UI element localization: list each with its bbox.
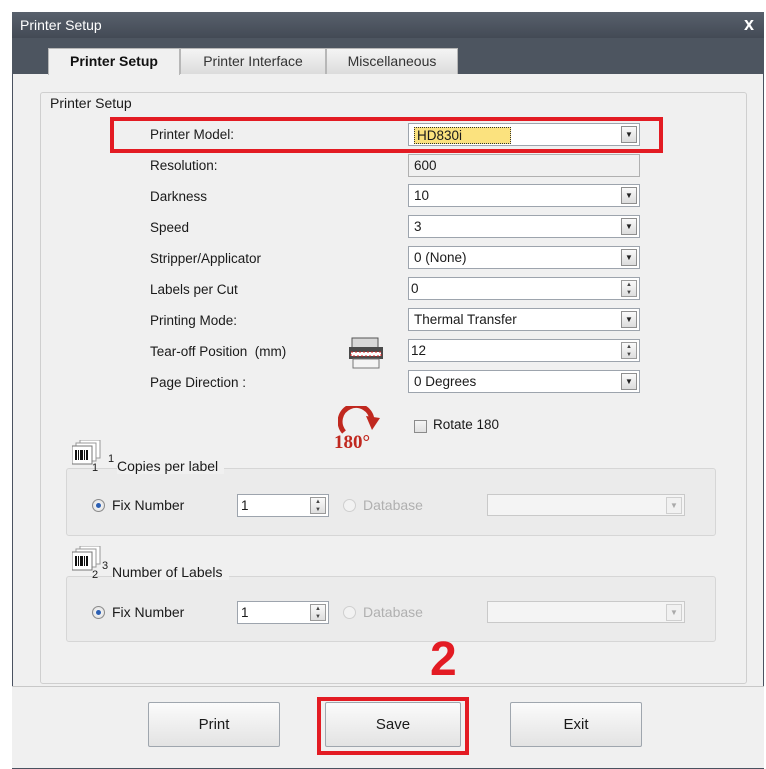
darkness-value: 10 [414, 188, 430, 203]
number-of-labels-title: Number of Labels [112, 564, 229, 580]
chevron-down-icon[interactable]: ▼ [621, 311, 637, 328]
speed-label: Speed [150, 220, 190, 235]
step-annotation-number: 2 [430, 633, 457, 686]
stripper-applicator-value: 0 (None) [414, 250, 467, 265]
chevron-down-icon[interactable]: ▼ [666, 497, 682, 514]
copies-fix-number-stepper[interactable]: 1 ▲ ▼ [237, 494, 329, 517]
page-direction-value: 0 Degrees [414, 374, 477, 389]
spinner-arrows-icon[interactable]: ▲ ▼ [621, 280, 637, 297]
resolution-label: Resolution: [150, 158, 218, 173]
labels-icon-subscript: 2 [92, 569, 99, 581]
tab-printer-setup[interactable]: Printer Setup [48, 48, 180, 75]
labels-fix-number-label: Fix Number [112, 604, 185, 620]
resolution-value: 600 [414, 158, 437, 173]
chevron-down-icon[interactable]: ▼ [621, 373, 637, 390]
labels-database-label: Database [363, 604, 423, 620]
printing-mode-dropdown[interactable]: Thermal Transfer ▼ [408, 308, 640, 331]
tear-off-position-value: 12 [411, 343, 427, 358]
copies-database-label: Database [363, 497, 423, 513]
rotate-180-checkbox[interactable] [414, 420, 427, 433]
spinner-arrows-icon[interactable]: ▲ ▼ [310, 604, 326, 621]
resolution-field: 600 [408, 154, 640, 177]
copies-fix-number-radio[interactable] [92, 499, 105, 512]
page-direction-label: Page Direction : [150, 375, 247, 390]
stripper-applicator-dropdown[interactable]: 0 (None) ▼ [408, 246, 640, 269]
rotate-180-icon: 180° [332, 406, 388, 454]
printer-icon [349, 337, 383, 369]
copies-icon-subscript: 1 [92, 462, 99, 474]
darkness-label: Darkness [150, 189, 208, 204]
title-bar: Printer Setup x [12, 12, 764, 38]
save-button-highlight [317, 697, 469, 755]
stripper-applicator-label: Stripper/Applicator [150, 251, 262, 266]
tab-miscellaneous[interactable]: Miscellaneous [326, 48, 458, 74]
labels-database-radio[interactable] [343, 606, 356, 619]
copies-icon-superscript: 1 [108, 453, 115, 465]
labels-icon-superscript: 3 [102, 560, 109, 572]
chevron-down-icon[interactable]: ▼ [621, 218, 637, 235]
chevron-down-icon[interactable]: ▼ [621, 187, 637, 204]
printer-model-highlight [110, 117, 663, 153]
spinner-arrows-icon[interactable]: ▲ ▼ [621, 342, 637, 359]
copies-fix-number-label: Fix Number [112, 497, 185, 513]
close-button[interactable]: x [744, 14, 754, 35]
labels-per-cut-stepper[interactable]: 0 ▲ ▼ [408, 277, 640, 300]
printing-mode-label: Printing Mode: [150, 313, 238, 328]
speed-value: 3 [414, 219, 422, 234]
labels-fix-number-radio[interactable] [92, 606, 105, 619]
window-title: Printer Setup [20, 17, 102, 33]
speed-dropdown[interactable]: 3 ▼ [408, 215, 640, 238]
page-direction-dropdown[interactable]: 0 Degrees ▼ [408, 370, 640, 393]
rotate-180-label: Rotate 180 [433, 417, 500, 432]
labels-per-cut-label: Labels per Cut [150, 282, 238, 297]
darkness-dropdown[interactable]: 10 ▼ [408, 184, 640, 207]
labels-fix-number-value: 1 [241, 605, 249, 620]
exit-button[interactable]: Exit [510, 702, 642, 747]
copies-database-radio[interactable] [343, 499, 356, 512]
rotate-degree-text: 180° [334, 432, 371, 453]
panel-legend: Printer Setup [48, 95, 138, 111]
tear-off-position-label: Tear-off Position (mm) [150, 344, 287, 359]
tear-off-position-stepper[interactable]: 12 ▲ ▼ [408, 339, 640, 362]
tab-printer-interface[interactable]: Printer Interface [180, 48, 326, 74]
chevron-down-icon[interactable]: ▼ [666, 604, 682, 621]
labels-per-cut-value: 0 [411, 281, 419, 296]
copies-fix-number-value: 1 [241, 498, 249, 513]
labels-fix-number-stepper[interactable]: 1 ▲ ▼ [237, 601, 329, 624]
print-button[interactable]: Print [148, 702, 280, 747]
copies-per-label-title: Copies per label [117, 458, 225, 474]
copies-database-dropdown[interactable]: ▼ [487, 494, 685, 516]
spinner-arrows-icon[interactable]: ▲ ▼ [310, 497, 326, 514]
chevron-down-icon[interactable]: ▼ [621, 249, 637, 266]
printing-mode-value: Thermal Transfer [414, 312, 517, 327]
labels-database-dropdown[interactable]: ▼ [487, 601, 685, 623]
